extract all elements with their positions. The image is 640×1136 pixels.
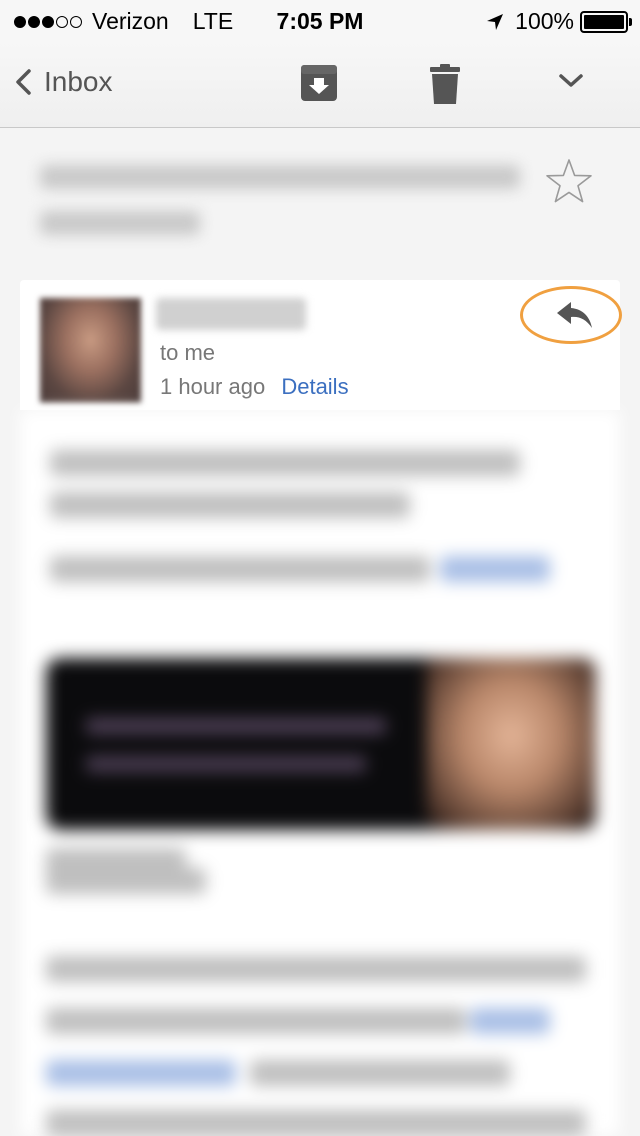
back-button[interactable]: Inbox bbox=[14, 66, 113, 98]
message-header: to me 1 hour ago Details bbox=[20, 280, 622, 410]
chevron-down-icon bbox=[559, 74, 583, 87]
star-button[interactable] bbox=[545, 158, 593, 209]
details-link[interactable]: Details bbox=[281, 374, 348, 399]
archive-icon bbox=[301, 65, 337, 101]
avatar[interactable] bbox=[40, 298, 141, 403]
message-meta: 1 hour ago Details bbox=[160, 374, 349, 400]
reply-button[interactable] bbox=[555, 300, 595, 335]
sender-name-redacted bbox=[156, 298, 306, 330]
status-right: 100% bbox=[485, 8, 632, 35]
message-time: 1 hour ago bbox=[160, 374, 266, 399]
reply-icon bbox=[557, 302, 592, 328]
chevron-left-icon bbox=[16, 69, 31, 95]
nav-bar: Inbox bbox=[0, 42, 640, 128]
recipient-label: to me bbox=[160, 340, 216, 365]
star-icon bbox=[546, 159, 592, 203]
message-body-redacted bbox=[20, 410, 620, 1136]
archive-button[interactable] bbox=[300, 64, 338, 107]
delete-button[interactable] bbox=[430, 64, 460, 109]
battery-percent: 100% bbox=[515, 8, 574, 34]
status-bar: Verizon LTE 7:05 PM 100% bbox=[0, 0, 640, 42]
battery-icon bbox=[580, 10, 632, 33]
subject-redacted bbox=[40, 165, 530, 257]
back-button-label: Inbox bbox=[44, 66, 113, 97]
trash-icon bbox=[430, 64, 460, 104]
more-button[interactable] bbox=[558, 72, 584, 95]
location-arrow-icon bbox=[487, 13, 504, 30]
banner-image bbox=[46, 658, 596, 830]
